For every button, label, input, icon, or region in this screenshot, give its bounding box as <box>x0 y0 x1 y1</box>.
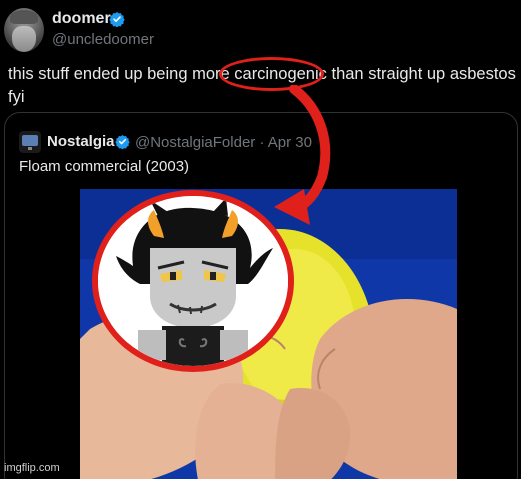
quoted-avatar[interactable] <box>19 131 41 153</box>
tweet: doomer @uncledoomer this stuff ended up … <box>0 0 521 479</box>
red-arrow-icon <box>274 85 331 225</box>
quoted-tweet-text: Floam commercial (2003) <box>19 158 190 175</box>
watermark: imgflip.com <box>4 462 60 474</box>
author-avatar[interactable] <box>4 8 44 52</box>
character-circle-annotation <box>92 190 294 372</box>
tweet-text-after: than straight up asbestos <box>326 65 516 83</box>
tweet-text-before: this stuff ended up being more <box>8 65 235 83</box>
author-handle[interactable]: @uncledoomer <box>52 31 154 48</box>
tweet-text-line2: fyi <box>8 88 25 106</box>
quoted-verified-badge-icon <box>115 134 130 149</box>
quoted-display-name[interactable]: Nostalgia <box>47 133 115 150</box>
verified-badge-icon <box>109 12 125 27</box>
author-display-name[interactable]: doomer <box>52 10 111 28</box>
